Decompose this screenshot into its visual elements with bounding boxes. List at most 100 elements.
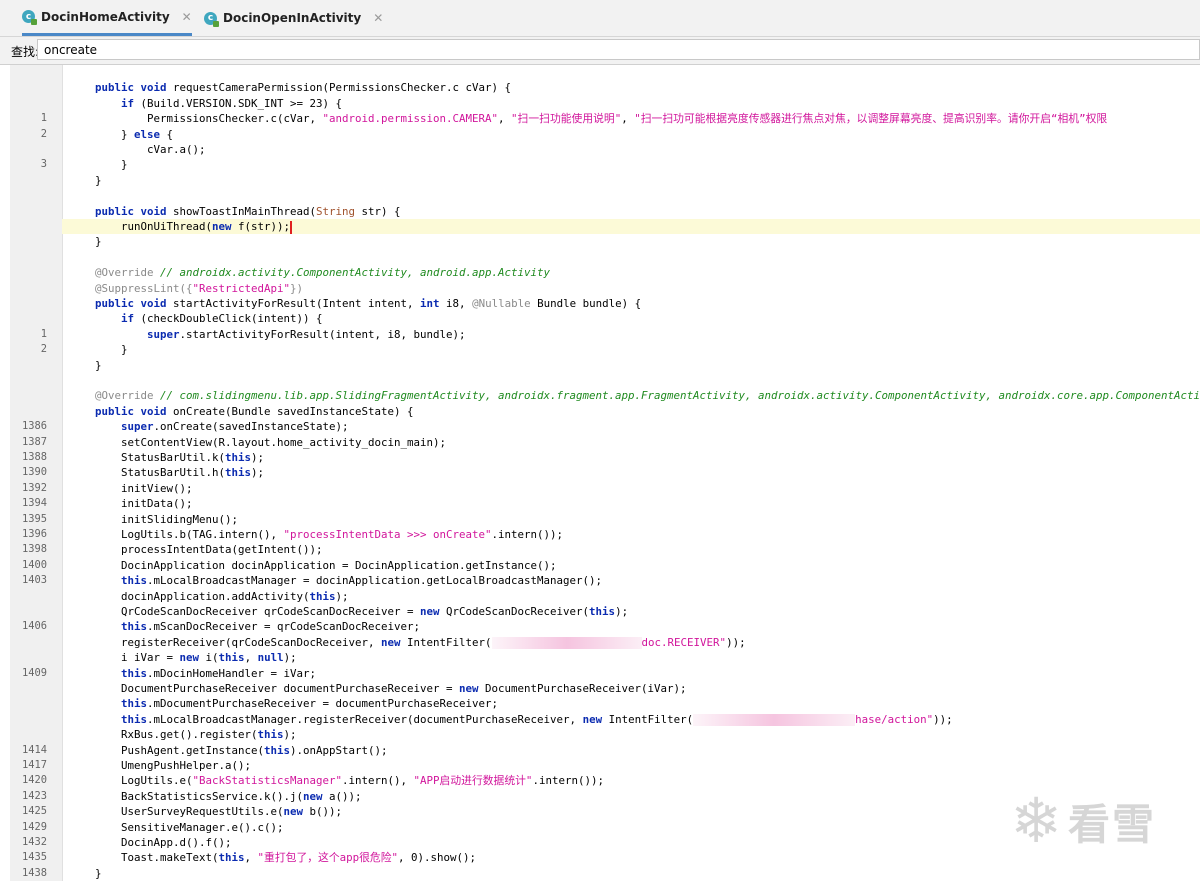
redacted-region <box>491 636 642 649</box>
code-line: this.mLocalBroadcastManager = docinAppli… <box>0 573 1200 588</box>
close-icon[interactable]: ✕ <box>373 11 383 25</box>
keyword: public void <box>95 404 174 418</box>
keyword: this <box>218 651 245 665</box>
code-text: str) { <box>355 204 401 218</box>
keyword: new <box>179 651 200 665</box>
code-text: ); <box>335 589 349 603</box>
keyword: this <box>121 712 148 726</box>
string-literal: hase/action" <box>855 712 934 726</box>
watermark-text: 看雪 <box>1067 799 1156 849</box>
code-line: 1387 super.onCreate(savedInstanceState); <box>0 419 1200 447</box>
string-literal: "RestrictedApi" <box>192 281 291 295</box>
code-line: 1406 QrCodeScanDocReceiver qrCodeScanDoc… <box>0 604 1200 632</box>
code-text: ); <box>251 466 265 480</box>
code-text: requestCameraPermission(PermissionsCheck… <box>173 81 512 95</box>
string-literal: "扫一扫功能使用说明" <box>511 112 622 126</box>
keyword: if <box>121 312 135 326</box>
code-line: } <box>0 234 1200 249</box>
code-text: , <box>244 851 258 865</box>
annotation: @Nullable <box>472 297 531 310</box>
code-text: , <box>621 112 635 126</box>
tab-docin-home-activity[interactable]: c DocinHomeActivity ✕ <box>22 0 192 36</box>
keyword: null <box>257 651 284 665</box>
code-text: ); <box>251 451 265 464</box>
code-text: } <box>95 235 102 249</box>
code-text: ); <box>615 605 629 618</box>
code-text: initSlidingMenu(); <box>95 512 239 526</box>
keyword: public void <box>95 81 174 95</box>
code-line: 1390 StatusBarUtil.k(this); <box>0 450 1200 478</box>
code-text: IntentFilter( <box>602 712 694 726</box>
code-line: 1 if (checkDoubleClick(intent)) { <box>0 311 1200 339</box>
code-text: .onCreate(savedInstanceState); <box>153 420 349 434</box>
code-text: a()); <box>322 789 362 803</box>
keyword: else <box>134 127 161 141</box>
code-text: )); <box>726 635 746 649</box>
code-text: } <box>95 173 102 187</box>
string-literal: "APP启动进行数据统计" <box>413 774 533 788</box>
code-text: QrCodeScanDocReceiver( <box>439 605 590 618</box>
code-line: 1420 UmengPushHelper.a(); <box>0 758 1200 786</box>
code-text: onCreate(Bundle savedInstanceState) { <box>173 404 414 418</box>
annotation: @Override <box>95 389 154 403</box>
comment: // androidx.activity.ComponentActivity, … <box>153 266 551 280</box>
code-text: StatusBarUtil.k( <box>95 451 226 464</box>
code-line: 1392 StatusBarUtil.h(this); <box>0 465 1200 493</box>
code-line: 1396 initSlidingMenu(); <box>0 512 1200 540</box>
code-editor[interactable]: public void requestCameraPermission(Perm… <box>0 65 1200 881</box>
code-text: } <box>95 358 102 372</box>
redacted-region <box>693 713 856 726</box>
code-line: 1386 public void onCreate(Bundle savedIn… <box>0 404 1200 432</box>
code-text: } <box>95 343 128 357</box>
code-text: ).onAppStart(); <box>290 743 388 757</box>
string-literal: doc.RECEIVER" <box>641 635 727 649</box>
code-line: @Override // com.slidingmenu.lib.app.Sli… <box>0 388 1200 403</box>
code-line: this.mDocumentPurchaseReceiver = documen… <box>0 696 1200 711</box>
code-line: 1394 initView(); <box>0 481 1200 509</box>
keyword: this <box>121 620 148 634</box>
code-line: public void requestCameraPermission(Perm… <box>0 80 1200 95</box>
code-text: .intern()); <box>491 528 564 541</box>
find-bar: 查找: <box>0 37 1200 65</box>
code-text: UserSurveyRequestUtils.e( <box>95 805 284 819</box>
watermark: ❄ 看雪 <box>1010 790 1156 852</box>
code-line: 2 PermissionsChecker.c(cVar, "android.pe… <box>0 111 1200 139</box>
code-text: .mScanDocReceiver = qrCodeScanDocReceive… <box>147 620 421 634</box>
find-input[interactable] <box>37 39 1200 60</box>
annotation: @Override <box>95 266 154 280</box>
code-text: PermissionsChecker.c(cVar, <box>95 112 323 126</box>
close-icon[interactable]: ✕ <box>182 10 192 24</box>
class-icon: c <box>204 11 219 27</box>
keyword: this <box>257 728 284 742</box>
code-text: StatusBarUtil.h( <box>95 466 226 480</box>
editor-tab-bar: c DocinHomeActivity ✕ c DocinOpenInActiv… <box>0 0 1200 37</box>
keyword: this <box>264 743 291 757</box>
string-literal: "BackStatisticsManager" <box>192 774 343 788</box>
code-text: DocumentPurchaseReceiver(iVar); <box>478 682 687 695</box>
code-line: 1388 setContentView(R.layout.home_activi… <box>0 435 1200 463</box>
code-text: initView(); <box>95 481 193 495</box>
keyword: this <box>589 605 616 618</box>
code-text: i( <box>199 651 219 665</box>
code-line-current: runOnUiThread(new f(str)); <box>0 219 1200 234</box>
code-line: 1409 i iVar = new i(this, null); <box>0 650 1200 678</box>
code-text: showToastInMainThread( <box>173 204 317 218</box>
string-literal: "android.permission.CAMERA" <box>322 112 499 126</box>
string-literal: "扫一扫功可能根据亮度传感器进行焦点对焦，以调整屏幕亮度、提高识别率。请你开启“… <box>634 112 1108 126</box>
code-text: QrCodeScanDocReceiver qrCodeScanDocRecei… <box>95 605 421 618</box>
code-text: i8, <box>439 297 473 310</box>
code-text: LogUtils.b(TAG.intern(), <box>95 528 284 541</box>
tab-docin-open-in-activity[interactable]: c DocinOpenInActivity ✕ <box>204 0 383 36</box>
code-text: i iVar = <box>95 651 180 665</box>
code-text: setContentView(R.layout.home_activity_do… <box>95 435 447 449</box>
keyword: this <box>225 466 252 480</box>
class-icon: c <box>22 10 37 25</box>
code-text: .startActivityForResult(intent, i8, bund… <box>179 327 466 341</box>
code-text: initData(); <box>95 497 193 511</box>
tab-label: DocinHomeActivity <box>41 9 170 24</box>
